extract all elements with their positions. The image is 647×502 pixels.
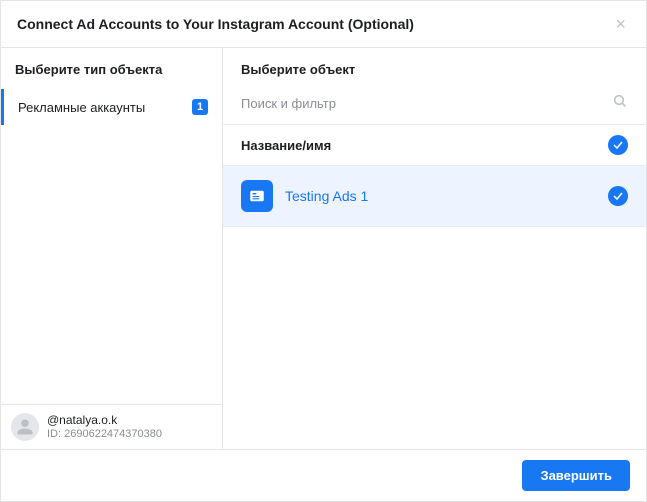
- ad-account-icon: [241, 180, 273, 212]
- main-title: Выберите объект: [223, 48, 646, 87]
- search-row: [223, 87, 646, 124]
- count-badge: 1: [192, 99, 208, 115]
- user-id: ID: 2690622474370380: [47, 428, 162, 441]
- select-all-check-icon[interactable]: [608, 135, 628, 155]
- user-handle: @natalya.o.k: [47, 413, 162, 427]
- row-left: Testing Ads 1: [241, 180, 368, 212]
- row-name: Testing Ads 1: [285, 188, 368, 204]
- sidebar-footer: @natalya.o.k ID: 2690622474370380: [1, 404, 222, 449]
- connect-ad-accounts-dialog: Connect Ad Accounts to Your Instagram Ac…: [0, 0, 647, 502]
- dialog-title: Connect Ad Accounts to Your Instagram Ac…: [17, 16, 414, 32]
- sidebar-item-label: Рекламные аккаунты: [18, 100, 145, 115]
- table-row[interactable]: Testing Ads 1: [223, 166, 646, 227]
- dialog-footer: Завершить: [1, 449, 646, 501]
- row-check-icon[interactable]: [608, 186, 628, 206]
- search-icon[interactable]: [612, 93, 628, 114]
- main-panel: Выберите объект Название/имя Testing: [223, 48, 646, 449]
- user-icon: [16, 418, 34, 436]
- sidebar-list: Рекламные аккаунты 1: [1, 89, 222, 404]
- dialog-body: Выберите тип объекта Рекламные аккаунты …: [1, 48, 646, 449]
- column-header-row[interactable]: Название/имя: [223, 124, 646, 166]
- avatar: [11, 413, 39, 441]
- submit-button[interactable]: Завершить: [522, 460, 630, 491]
- user-meta: @natalya.o.k ID: 2690622474370380: [47, 413, 162, 441]
- sidebar-title: Выберите тип объекта: [1, 48, 222, 89]
- column-header-name: Название/имя: [241, 138, 331, 153]
- sidebar-item-ad-accounts[interactable]: Рекламные аккаунты 1: [1, 89, 222, 125]
- close-icon[interactable]: ×: [611, 13, 630, 35]
- search-input[interactable]: [241, 96, 612, 111]
- dialog-header: Connect Ad Accounts to Your Instagram Ac…: [1, 1, 646, 48]
- sidebar: Выберите тип объекта Рекламные аккаунты …: [1, 48, 223, 449]
